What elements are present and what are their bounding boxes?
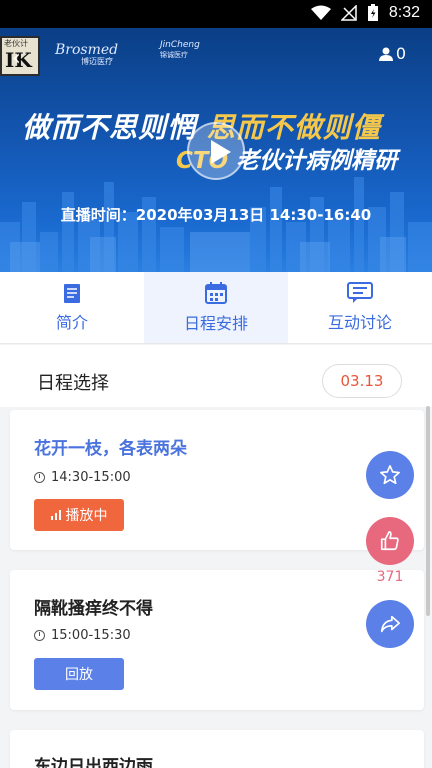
favorite-button[interactable] [366,451,414,499]
play-icon [211,140,231,164]
share-button[interactable] [366,600,414,648]
video-banner[interactable]: 老伙计 IK ‹ Brosmed 博迈医疗 JinCheng 锦诚医疗 0 做而… [0,28,432,272]
playing-button[interactable]: 播放中 [34,499,124,531]
scrollbar[interactable] [426,406,430,616]
clock-icon [34,630,45,641]
calendar-icon [205,282,227,304]
schedule-title: 日程选择 [37,373,109,394]
replay-button[interactable]: 回放 [34,658,124,690]
brosmed-logo: Brosmed 博迈医疗 [55,42,119,66]
tab-bar: 简介 日程安排 互动讨论 [0,272,432,344]
live-time: 直播时间：2020年03月13日 14:30-16:40 [60,206,372,224]
back-icon[interactable]: ‹ [12,46,21,71]
chat-icon [347,282,373,303]
schedule-header: 日程选择 03.13 [0,345,432,407]
tab-intro[interactable]: 简介 [0,272,144,343]
status-time: 8:32 [388,4,420,21]
tab-intro-label: 简介 [55,313,88,332]
play-button[interactable] [187,122,245,180]
date-selector[interactable]: 03.13 [322,364,402,398]
tab-schedule[interactable]: 日程安排 [144,272,288,343]
like-count: 371 [376,569,404,585]
session-title: 东边日出西边雨 [34,757,153,768]
session-card-3[interactable]: 东边日出西边雨 [10,730,424,768]
battery-icon [367,4,378,21]
no-signal-icon [340,5,357,21]
session-card-1[interactable]: 花开一枝，各表两朵 14:30-15:00 播放中 [10,410,424,550]
session-title: 隔靴搔痒终不得 [34,599,153,619]
like-button[interactable] [366,517,414,565]
star-icon [380,465,400,485]
viewer-count: 0 [378,44,406,63]
status-bar: 8:32 [0,0,432,28]
tab-discussion-label: 互动讨论 [327,313,392,332]
tab-discussion[interactable]: 互动讨论 [288,272,432,343]
equalizer-icon [50,510,61,520]
document-icon [64,284,80,303]
session-time: 14:30-15:00 [34,470,131,485]
jincheng-logo: JinCheng 锦诚医疗 [160,40,200,59]
session-title: 花开一枝，各表两朵 [34,439,187,459]
tab-schedule-label: 日程安排 [183,314,248,333]
session-card-2[interactable]: 隔靴搔痒终不得 15:00-15:30 回放 [10,570,424,710]
wifi-icon [310,5,331,20]
share-icon [380,615,400,633]
session-time: 15:00-15:30 [34,628,131,643]
clock-icon [34,472,45,483]
person-icon [378,47,393,61]
thumbs-up-icon [380,531,399,551]
